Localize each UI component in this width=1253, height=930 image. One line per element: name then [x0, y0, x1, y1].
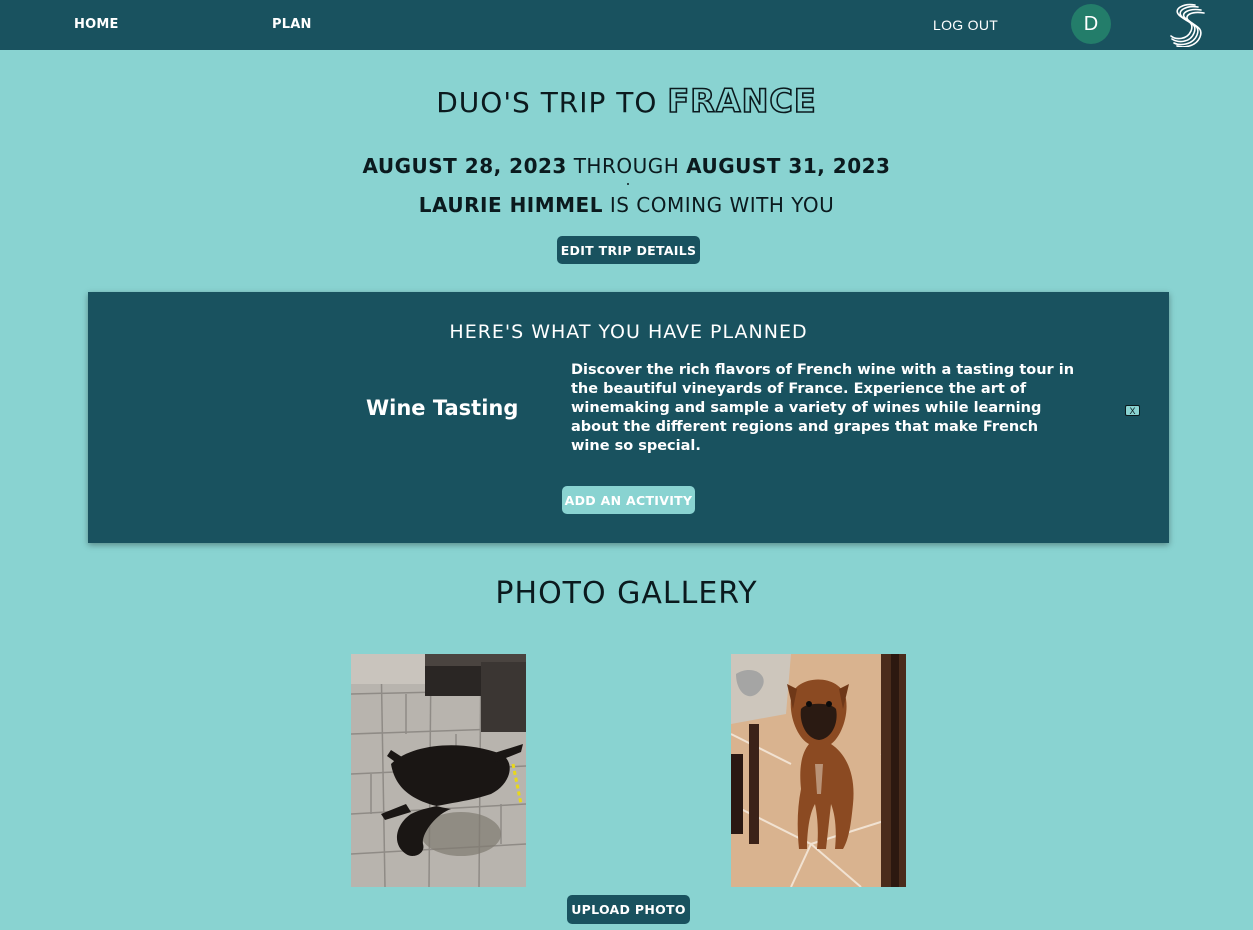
trip-title-prefix: DUO'S TRIP TO: [436, 86, 658, 119]
photo-image: [351, 654, 526, 887]
activity-description: Discover the rich flavors of French wine…: [571, 362, 1075, 454]
remove-activity-button[interactable]: X: [1125, 405, 1140, 416]
edit-trip-button[interactable]: EDIT TRIP DETAILS: [557, 236, 700, 264]
start-date: AUGUST 28, 2023: [362, 154, 567, 178]
trip-companion: LAURIE HIMMEL IS COMING WITH YOU: [0, 193, 1253, 217]
separator-dot: [627, 183, 629, 185]
trip-dates: AUGUST 28, 2023 THROUGH AUGUST 31, 2023: [0, 154, 1253, 178]
planned-heading: HERE'S WHAT YOU HAVE PLANNED: [449, 321, 808, 343]
gallery-photo-black-dog[interactable]: [351, 654, 526, 887]
top-nav: HOME PLAN LOG OUT D: [0, 0, 1253, 50]
nav-home-link[interactable]: HOME: [74, 17, 119, 32]
upload-photo-button[interactable]: UPLOAD PHOTO: [567, 895, 690, 924]
through-label: THROUGH: [573, 154, 680, 178]
end-date: AUGUST 31, 2023: [686, 154, 891, 178]
trip-title: DUO'S TRIP TO FRANCE: [0, 81, 1253, 121]
companion-suffix: IS COMING WITH YOU: [609, 193, 835, 217]
activity-name: Wine Tasting: [366, 396, 519, 420]
nav-plan-link[interactable]: PLAN: [272, 17, 312, 32]
photo-image: [731, 654, 906, 887]
companion-name: LAURIE HIMMEL: [418, 193, 603, 217]
gallery-heading: PHOTO GALLERY: [495, 576, 758, 611]
add-activity-button[interactable]: ADD AN ACTIVITY: [562, 486, 695, 514]
trip-destination: FRANCE: [667, 81, 817, 121]
gallery-photo-boxer-dog[interactable]: [731, 654, 906, 887]
user-avatar[interactable]: D: [1071, 4, 1111, 44]
planned-activities-panel: HERE'S WHAT YOU HAVE PLANNED Wine Tastin…: [88, 292, 1169, 543]
wave-logo-icon[interactable]: [1168, 3, 1208, 47]
logout-link[interactable]: LOG OUT: [933, 17, 998, 33]
